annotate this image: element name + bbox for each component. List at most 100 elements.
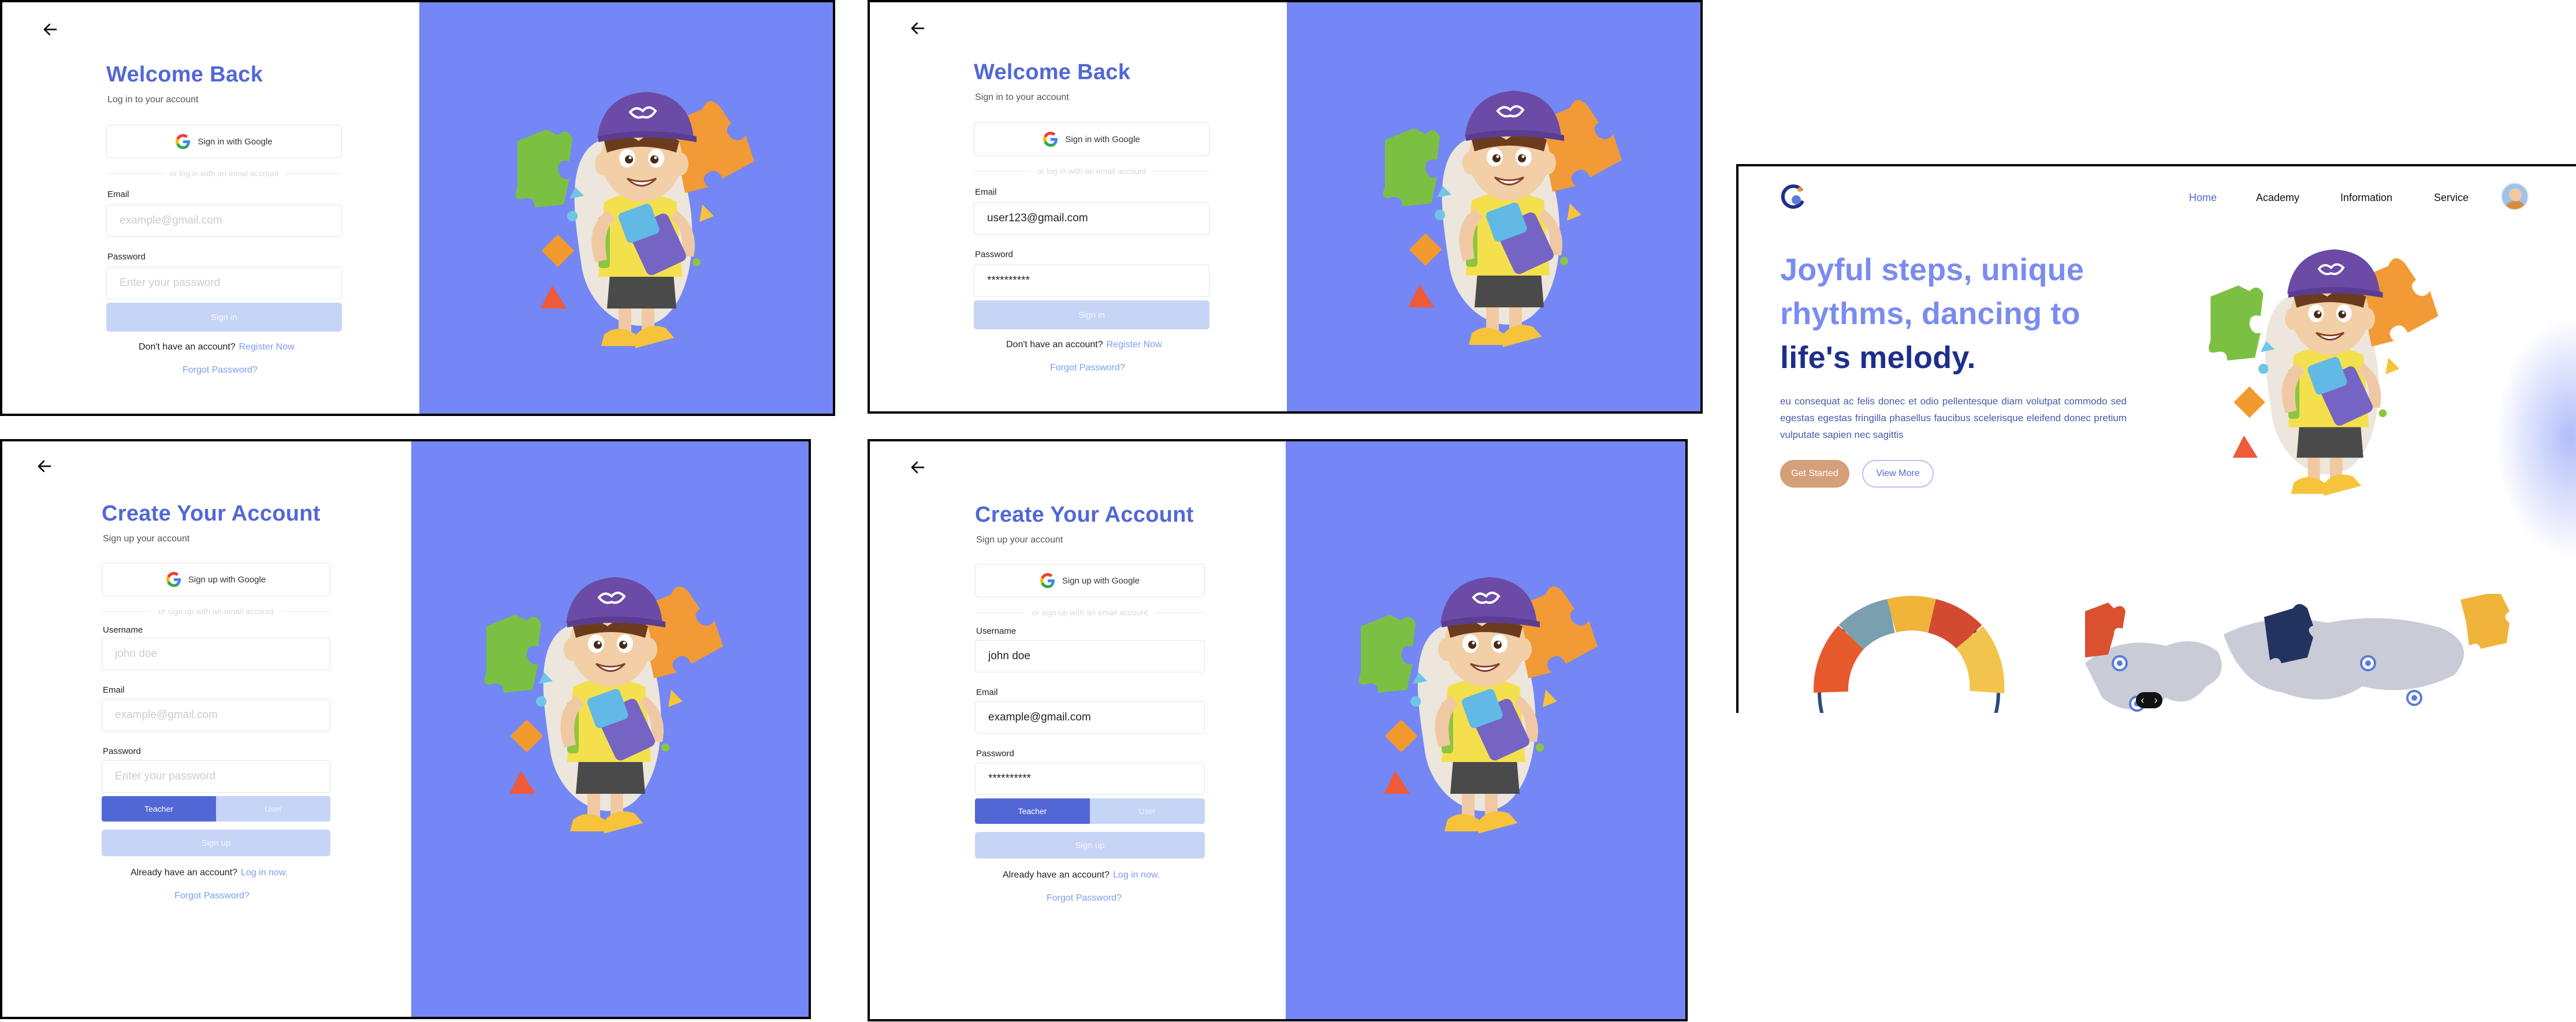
forgot-password-link[interactable]: Forgot Password? [183, 365, 258, 376]
username-field[interactable] [102, 638, 330, 670]
hero-line-2: rhythms, dancing to [1780, 296, 2080, 331]
signup-screen-filled: Create Your Account Sign up your account… [868, 439, 1688, 1021]
back-arrow-icon[interactable] [42, 21, 59, 38]
google-signup-label: Sign up with Google [188, 574, 266, 585]
nav-academy[interactable]: Academy [2256, 192, 2299, 204]
page-subtitle: Sign up your account [103, 534, 190, 544]
google-logo-icon [176, 134, 191, 149]
kid-illustration [500, 72, 754, 372]
role-toggle: Teacher User [975, 798, 1205, 824]
divider-text: or sign up with an email account [158, 607, 274, 616]
divider-text: or log in with an email account [1037, 166, 1146, 176]
login-screen: Welcome Back Log in to your account Sign… [0, 0, 835, 416]
have-account-text: Already have an account? [1003, 870, 1110, 880]
email-field[interactable] [106, 205, 342, 237]
kid-illustration [2189, 230, 2443, 519]
chevron-right-icon[interactable]: › [2154, 694, 2158, 707]
google-signup-button[interactable]: Sign up with Google [975, 564, 1205, 597]
username-field[interactable] [975, 640, 1205, 672]
nav-service[interactable]: Service [2434, 192, 2469, 204]
divider-text: or log in with an email account [169, 169, 279, 178]
password-field[interactable] [975, 763, 1205, 795]
page-title: Welcome Back [106, 62, 263, 87]
username-label: Username [976, 626, 1017, 636]
email-divider: or log in with an email account [106, 168, 343, 179]
back-arrow-icon[interactable] [909, 20, 926, 37]
login-prompt: Already have an account? Log in now. [131, 868, 288, 878]
google-logo-icon [166, 572, 181, 587]
email-label: Email [975, 187, 997, 197]
email-field[interactable] [974, 202, 1209, 235]
signup-screen: Create Your Account Sign up your account… [0, 439, 811, 1019]
register-prompt: Don't have an account? Register Now [139, 342, 295, 352]
email-label: Email [107, 189, 129, 199]
role-user-option[interactable]: User [1090, 798, 1205, 824]
password-field[interactable] [102, 760, 330, 793]
login-form-panel: Welcome Back Log in to your account Sign… [2, 2, 419, 414]
hero-line-3: life's melody. [1780, 340, 1976, 375]
google-logo-icon [1043, 132, 1058, 147]
landing-page: Home Academy Information Service Joyful … [1736, 164, 2576, 713]
nav-information[interactable]: Information [2340, 192, 2392, 204]
register-link[interactable]: Register Now [1107, 340, 1162, 350]
password-field[interactable] [106, 267, 342, 299]
email-field[interactable] [975, 701, 1205, 734]
role-user-option[interactable]: User [216, 796, 330, 822]
view-more-button[interactable]: View More [1862, 460, 1934, 488]
hero-line-1: Joyful steps, unique [1780, 252, 2084, 287]
no-account-text: Don't have an account? [1006, 340, 1103, 350]
nav-home[interactable]: Home [2189, 192, 2217, 204]
page-title: Create Your Account [975, 503, 1194, 527]
hero-description: eu consequat ac felis donec et odio pell… [1780, 396, 2127, 440]
role-teacher-option[interactable]: Teacher [102, 796, 216, 822]
illustration-panel [411, 441, 809, 1017]
page-subtitle: Sign in to your account [975, 92, 1069, 102]
login-link[interactable]: Log in now. [241, 868, 288, 878]
register-link[interactable]: Register Now [239, 342, 295, 352]
password-label: Password [103, 746, 141, 756]
get-started-button[interactable]: Get Started [1780, 460, 1849, 488]
chevron-left-icon[interactable]: ‹ [2141, 694, 2145, 707]
register-prompt: Don't have an account? Register Now [1006, 340, 1162, 350]
google-signin-label: Sign in with Google [198, 136, 273, 147]
google-signin-button[interactable]: Sign in with Google [106, 125, 342, 158]
app-logo-icon[interactable] [1779, 183, 1808, 211]
signup-button[interactable]: Sign up [102, 830, 330, 856]
forgot-password-link[interactable]: Forgot Password? [1047, 893, 1122, 904]
signup-form-panel: Create Your Account Sign up your account… [2, 441, 411, 1017]
signin-button[interactable]: Sign in [106, 303, 342, 332]
signup-form-panel: Create Your Account Sign up your account… [870, 441, 1286, 1019]
kid-illustration [1343, 557, 1598, 857]
illustration-panel [419, 2, 833, 414]
login-prompt: Already have an account? Log in now. [1003, 870, 1160, 880]
kid-illustration [469, 557, 723, 857]
email-divider: or sign up with an email account [975, 607, 1205, 618]
google-signup-button[interactable]: Sign up with Google [102, 563, 330, 596]
username-label: Username [103, 625, 143, 635]
email-field[interactable] [102, 699, 330, 731]
page-title: Welcome Back [974, 60, 1131, 84]
back-arrow-icon[interactable] [36, 458, 53, 475]
email-label: Email [976, 687, 998, 697]
password-field[interactable] [974, 265, 1209, 297]
kid-illustration [1368, 70, 1622, 371]
have-account-text: Already have an account? [131, 868, 238, 878]
forgot-password-link[interactable]: Forgot Password? [1050, 363, 1125, 373]
divider-text: or sign up with an email account [1032, 608, 1148, 617]
illustration-panel [1286, 441, 1685, 1019]
login-link[interactable]: Log in now. [1113, 870, 1160, 880]
password-label: Password [976, 749, 1014, 759]
forgot-password-link[interactable]: Forgot Password? [174, 891, 250, 901]
google-signin-button[interactable]: Sign in with Google [974, 122, 1209, 156]
email-divider: or sign up with an email account [102, 605, 330, 617]
back-arrow-icon[interactable] [909, 459, 926, 476]
user-avatar-icon[interactable] [2501, 183, 2529, 210]
google-signin-label: Sign in with Google [1065, 134, 1140, 144]
page-title: Create Your Account [102, 501, 321, 526]
signin-button[interactable]: Sign in [974, 300, 1209, 329]
google-logo-icon [1040, 573, 1055, 588]
signup-button[interactable]: Sign up [975, 832, 1205, 859]
password-label: Password [107, 252, 146, 262]
role-teacher-option[interactable]: Teacher [975, 798, 1090, 824]
google-signup-label: Sign up with Google [1062, 575, 1140, 586]
